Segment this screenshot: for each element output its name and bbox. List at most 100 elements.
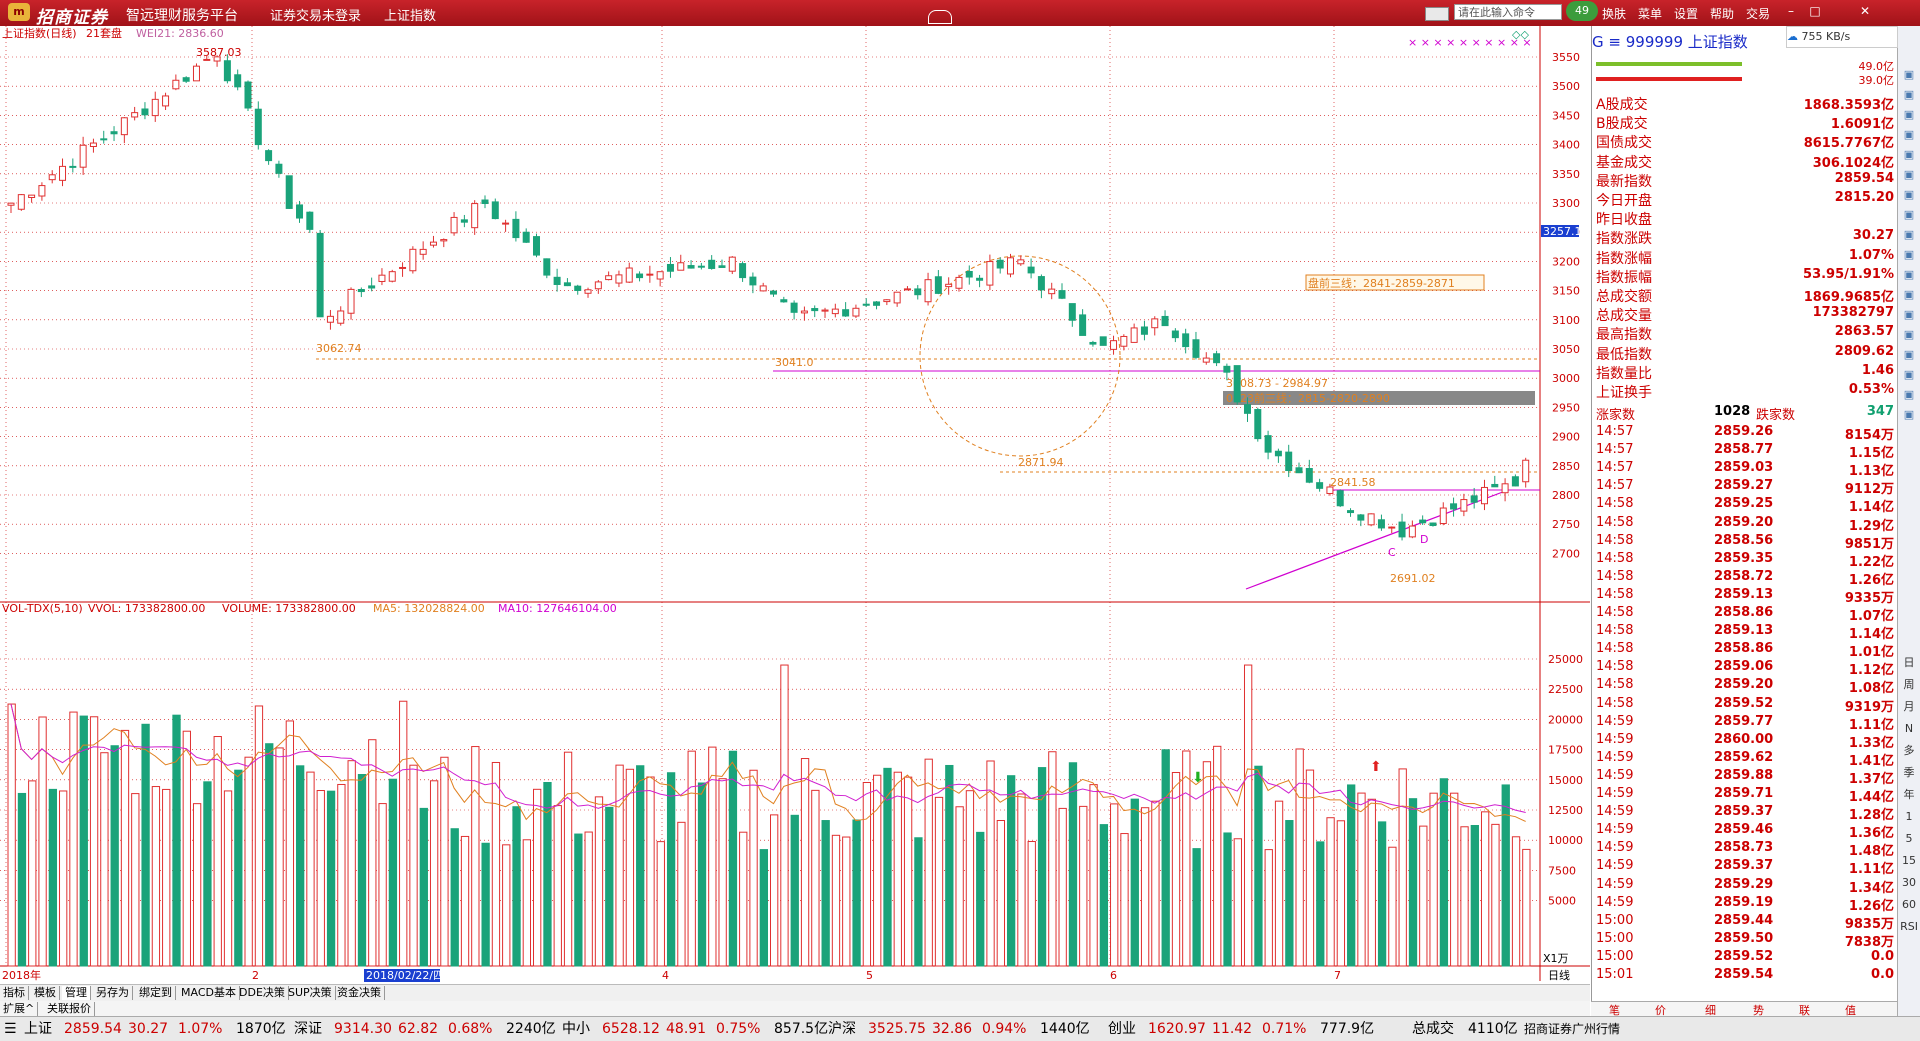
toolbar-icon[interactable]: ▣: [1900, 166, 1918, 184]
login-status[interactable]: 证券交易未登录: [270, 5, 361, 24]
candle-body: [636, 273, 644, 279]
toolbar-icon[interactable]: ▣: [1900, 346, 1918, 364]
toolbar-icon[interactable]: ▣: [1900, 366, 1918, 384]
tick-row: 14:58 2859.52 9319万: [1596, 696, 1896, 715]
menu-help[interactable]: 帮助: [1710, 5, 1734, 22]
tab-template[interactable]: 模板: [31, 986, 60, 1000]
tool-button[interactable]: 30: [1900, 874, 1918, 892]
toolbar-icon[interactable]: ▣: [1900, 106, 1918, 124]
tool-button[interactable]: 周: [1900, 676, 1918, 694]
toolbar-icon[interactable]: ▣: [1900, 306, 1918, 324]
tool-button[interactable]: RSI: [1900, 918, 1918, 936]
tick-row: 14:57 2859.03 1.13亿: [1596, 460, 1896, 479]
collapse-icon[interactable]: [928, 10, 952, 24]
chart-cycle: 21套盘: [86, 26, 122, 40]
tab-indicator[interactable]: 指标: [0, 986, 29, 1000]
volume-bar: [728, 750, 738, 967]
tab-sup[interactable]: SUP决策: [285, 986, 336, 1000]
toolbar-icon[interactable]: ▣: [1900, 126, 1918, 144]
tool-button[interactable]: 15: [1900, 852, 1918, 870]
volume-bar: [1470, 824, 1479, 967]
toolbar-icon[interactable]: ▣: [1900, 226, 1918, 244]
total-volume-value: 4110亿: [1468, 1021, 1518, 1037]
tab-dde[interactable]: DDE决策: [236, 986, 289, 1000]
toolbar-icon[interactable]: ▣: [1900, 66, 1918, 84]
candle-body: [1274, 450, 1282, 457]
net-speed: ☁ 755 KB/s: [1786, 26, 1898, 48]
tab-bind-to[interactable]: 绑定到: [136, 986, 176, 1000]
volume-bar: [718, 778, 727, 967]
toolbar-icon[interactable]: ▣: [1900, 146, 1918, 164]
volume-bar: [429, 780, 439, 967]
cycle-label[interactable]: 日线: [1548, 968, 1570, 982]
status-menu-icon[interactable]: ☰: [4, 1017, 17, 1041]
quote-stat-value: 1.6091亿: [1830, 117, 1894, 133]
tick-amount: 1.01亿: [1848, 645, 1894, 661]
toolbar-icon[interactable]: ▣: [1900, 326, 1918, 344]
tool-button[interactable]: 60: [1900, 896, 1918, 914]
tool-button[interactable]: 多: [1900, 742, 1918, 760]
volume-bar: [996, 820, 1005, 967]
tab-extend[interactable]: 扩展^: [0, 1002, 39, 1016]
candle-body: [1388, 526, 1396, 529]
tick-amount: 1.28亿: [1848, 808, 1894, 824]
tab-manage[interactable]: 管理: [62, 986, 91, 1000]
toolbar-icon[interactable]: ▣: [1900, 86, 1918, 104]
keyboard-icon[interactable]: [1425, 7, 1449, 21]
label-range: 3008.73 - 2984.97: [1226, 377, 1328, 390]
tick-amount: 1.37亿: [1848, 771, 1894, 787]
notification-badge[interactable]: 49: [1566, 1, 1598, 21]
tool-button[interactable]: 日: [1900, 654, 1918, 672]
candle-body: [203, 58, 211, 61]
tab-save-as[interactable]: 另存为: [93, 986, 133, 1000]
menu-main[interactable]: 菜单: [1638, 5, 1662, 22]
tab-fund[interactable]: 资金决策: [334, 986, 385, 1000]
quote-stat-label: 总成交量: [1596, 308, 1652, 325]
restore-icon[interactable]: □: [1808, 4, 1822, 18]
toolbar-icon[interactable]: ▣: [1900, 266, 1918, 284]
tick-amount: 9335万: [1844, 590, 1894, 606]
toolbar-icon[interactable]: ▣: [1900, 386, 1918, 404]
kline-chart[interactable]: 3550350034503400335033003250320031503100…: [0, 26, 1590, 984]
menu-trade[interactable]: 交易: [1746, 5, 1770, 22]
layout-icon[interactable]: ◇◇: [1512, 28, 1529, 41]
menu-settings[interactable]: 设置: [1674, 5, 1698, 22]
tick-row: 14:59 2859.46 1.36亿: [1596, 822, 1896, 841]
quote-tabs: 笔 价 细 势 联 值: [1591, 1001, 1897, 1017]
tool-button[interactable]: 5: [1900, 830, 1918, 848]
volume-bar: [285, 720, 295, 967]
command-input[interactable]: 请在此输入命令: [1454, 4, 1562, 20]
volume-bar: [1110, 803, 1119, 967]
tab-related-quote[interactable]: 关联报价: [44, 1002, 95, 1016]
tool-button[interactable]: 月: [1900, 698, 1918, 716]
tick-price: 2860.00: [1714, 731, 1774, 747]
volume-bar: [460, 835, 470, 967]
quote-stat-label: 基金成交: [1596, 154, 1652, 171]
tick-row: 14:57 2858.77 1.15亿: [1596, 442, 1896, 461]
tool-button[interactable]: 季: [1900, 764, 1918, 782]
toolbar-icon[interactable]: ▣: [1900, 206, 1918, 224]
tab-macd[interactable]: MACD基本: [178, 986, 240, 1000]
candle-body: [1336, 490, 1344, 507]
menu-skin[interactable]: 换肤: [1602, 5, 1626, 22]
toolbar-icon[interactable]: ▣: [1900, 186, 1918, 204]
toolbar-icon[interactable]: ▣: [1900, 406, 1918, 424]
volume-bar: [1336, 820, 1346, 967]
tick-price: 2859.06: [1714, 659, 1774, 675]
toolbar-icon[interactable]: ▣: [1900, 246, 1918, 264]
date-year: 2018年: [2, 968, 41, 982]
candle-body: [852, 307, 860, 317]
quote-stat-row: 最低指数 2809.62: [1596, 344, 1896, 363]
label-c: C: [1388, 546, 1396, 559]
tool-button[interactable]: 1: [1900, 808, 1918, 826]
volume-value: VOLUME: 173382800.00: [222, 602, 356, 615]
tick-time: 14:58: [1596, 496, 1634, 512]
toolbar-icon[interactable]: ▣: [1900, 286, 1918, 304]
minimize-icon[interactable]: –: [1784, 4, 1798, 18]
candle-body: [1480, 486, 1488, 505]
tool-button[interactable]: 年: [1900, 786, 1918, 804]
tick-amount: 1.07亿: [1848, 609, 1894, 624]
tool-button[interactable]: N: [1900, 720, 1918, 738]
close-icon[interactable]: ✕: [1830, 4, 1900, 18]
candle-body: [110, 131, 118, 135]
